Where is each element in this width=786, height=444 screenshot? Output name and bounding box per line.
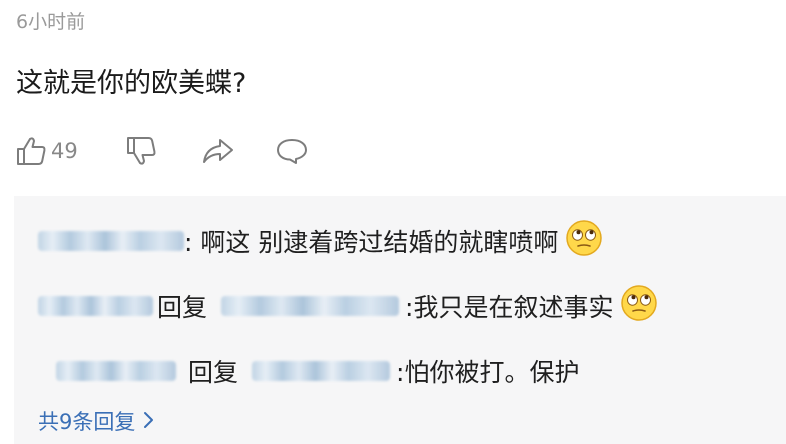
comment-body: 这就是你的欧美蝶?: [16, 68, 247, 99]
blurred-username[interactable]: [38, 231, 184, 251]
thumbs-up-icon: [14, 134, 48, 168]
rolling-eyes-emoji-icon: [619, 283, 659, 329]
thumbs-down-icon: [124, 134, 158, 168]
reply-item[interactable]: : 啊这 别逮着跨过结婚的就瞎喷啊: [38, 218, 604, 264]
share-button[interactable]: [200, 134, 236, 168]
reply-text: : 啊这 别逮着跨过结婚的就瞎喷啊: [184, 228, 559, 257]
reply-word: 回复: [188, 358, 239, 387]
comment-bubble-icon: [274, 134, 310, 168]
comment-actions: 49: [14, 131, 310, 171]
like-button[interactable]: 49: [14, 134, 78, 168]
comment-timestamp: 6小时前: [16, 11, 86, 33]
reply-text: :我只是在叙述事实: [405, 293, 614, 322]
reply-text: :怕你被打。保护: [396, 358, 580, 387]
blurred-username[interactable]: [56, 361, 176, 381]
more-replies-label: 共9条回复: [38, 410, 136, 434]
blurred-username[interactable]: [38, 296, 153, 316]
share-arrow-icon: [200, 134, 236, 168]
view-all-replies-link[interactable]: 共9条回复: [38, 407, 155, 437]
like-count: 49: [51, 139, 78, 163]
chevron-right-icon: [143, 407, 155, 437]
reply-preview-box[interactable]: : 啊这 别逮着跨过结婚的就瞎喷啊 回复 :我只是在叙述事实 回复:怕你被打。…: [14, 196, 786, 444]
blurred-target-username[interactable]: [221, 296, 400, 316]
reply-word: 回复: [157, 293, 208, 322]
dislike-button[interactable]: [124, 134, 158, 168]
reply-item[interactable]: 回复 :我只是在叙述事实: [38, 283, 659, 329]
rolling-eyes-emoji-icon: [564, 218, 604, 264]
blurred-target-username[interactable]: [252, 361, 391, 381]
reply-item[interactable]: 回复 :怕你被打。保护: [38, 351, 579, 391]
reply-button[interactable]: [274, 134, 310, 168]
comment-card: 6小时前 这就是你的欧美蝶? 49: 啊这 别逮着跨过结婚的就瞎喷啊 回复:…: [0, 0, 786, 444]
